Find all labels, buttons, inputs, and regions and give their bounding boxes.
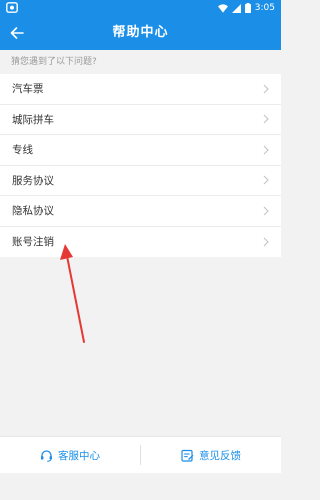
status-bar: 3:05 [0, 0, 281, 16]
list-item-privacy-agreement[interactable]: 隐私协议 [0, 196, 281, 227]
help-topic-list: 汽车票 城际拼车 专线 服务协议 隐私协议 账号注销 [0, 74, 281, 257]
list-item-bus-ticket[interactable]: 汽车票 [0, 74, 281, 105]
status-indicators: 3:05 [217, 1, 275, 15]
feedback-edit-icon [181, 449, 194, 462]
list-item-special-line[interactable]: 专线 [0, 135, 281, 166]
list-item-label: 汽车票 [12, 83, 44, 96]
feedback-button[interactable]: 意见反馈 [141, 437, 281, 473]
system-navigation-area [0, 473, 281, 500]
list-item-label: 服务协议 [12, 174, 54, 187]
list-item-service-agreement[interactable]: 服务协议 [0, 166, 281, 196]
wifi-icon [217, 3, 228, 13]
screenshot-notification-icon [6, 2, 18, 13]
chevron-right-icon [263, 114, 269, 124]
list-item-account-cancellation[interactable]: 账号注销 [0, 227, 281, 258]
customer-service-label: 客服中心 [58, 449, 100, 462]
status-time: 3:05 [254, 3, 275, 13]
list-item-label: 账号注销 [12, 236, 54, 249]
help-center-screen: 3:05 帮助中心 猜您遇到了以下问题? 汽车票 城际拼车 专线 服务协议 隐私… [0, 0, 281, 500]
signal-icon [231, 3, 241, 13]
list-item-label: 城际拼车 [12, 113, 54, 126]
section-prompt: 猜您遇到了以下问题? [0, 50, 281, 74]
page-title: 帮助中心 [112, 25, 169, 40]
chevron-right-icon [263, 84, 269, 94]
battery-icon [244, 3, 251, 13]
bottom-action-bar: 客服中心 意见反馈 [0, 436, 281, 473]
arrow-left-icon [10, 27, 24, 39]
chevron-right-icon [263, 145, 269, 155]
app-bar: 帮助中心 [0, 16, 281, 50]
customer-service-button[interactable]: 客服中心 [0, 437, 140, 473]
annotation-arrow [60, 244, 85, 343]
chevron-right-icon [263, 237, 269, 247]
list-item-label: 专线 [12, 144, 33, 157]
feedback-label: 意见反馈 [199, 449, 241, 462]
chevron-right-icon [263, 206, 269, 216]
headset-icon [41, 449, 52, 462]
back-button[interactable] [4, 20, 30, 46]
list-item-label: 隐私协议 [12, 205, 54, 218]
list-item-intercity-carpool[interactable]: 城际拼车 [0, 105, 281, 135]
chevron-right-icon [263, 175, 269, 185]
